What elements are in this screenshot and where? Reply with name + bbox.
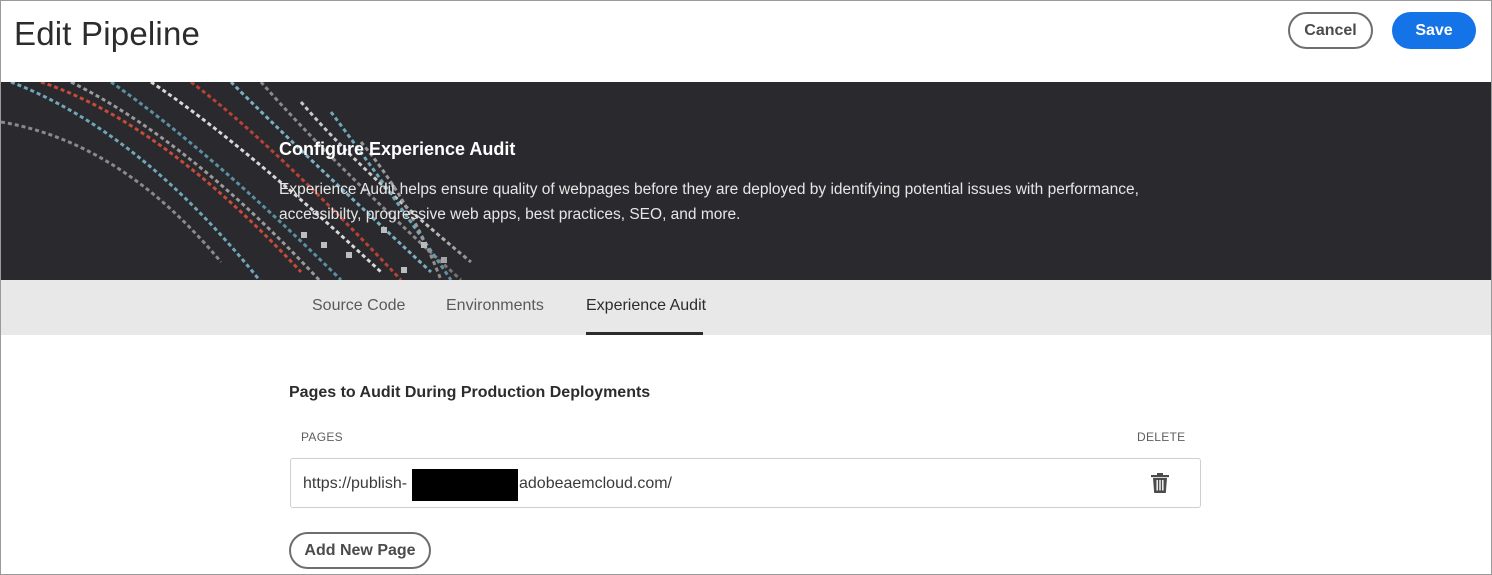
tab-source-code[interactable]: Source Code	[312, 297, 405, 315]
hero-banner: Configure Experience Audit Experience Au…	[1, 82, 1491, 280]
redacted-block	[412, 469, 518, 501]
cancel-button[interactable]: Cancel	[1288, 12, 1373, 49]
page-url-suffix: adobeaemcloud.com/	[519, 475, 672, 492]
tab-experience-audit[interactable]: Experience Audit	[586, 297, 706, 315]
trash-icon[interactable]	[1151, 473, 1169, 493]
banner-description: Experience Audit helps ensure quality of…	[279, 181, 1139, 223]
tab-environments[interactable]: Environments	[446, 297, 544, 315]
section-title: Pages to Audit During Production Deploym…	[289, 384, 651, 401]
add-new-page-button[interactable]: Add New Page	[289, 532, 431, 569]
page-header: Edit Pipeline Cancel Save	[1, 1, 1491, 82]
page-url-row[interactable]: https://publish- adobeaemcloud.com/	[290, 458, 1201, 508]
page-url-prefix: https://publish-	[303, 475, 408, 492]
page-title: Edit Pipeline	[14, 15, 201, 52]
save-button[interactable]: Save	[1392, 12, 1476, 49]
column-header-delete: DELETE	[1137, 430, 1186, 444]
tab-bar: Source Code Environments Experience Audi…	[1, 280, 1491, 335]
column-header-pages: PAGES	[301, 430, 343, 444]
banner-title: Configure Experience Audit	[279, 139, 516, 159]
active-tab-indicator	[586, 332, 703, 335]
tabs: Source Code Environments Experience Audi…	[279, 280, 1210, 335]
